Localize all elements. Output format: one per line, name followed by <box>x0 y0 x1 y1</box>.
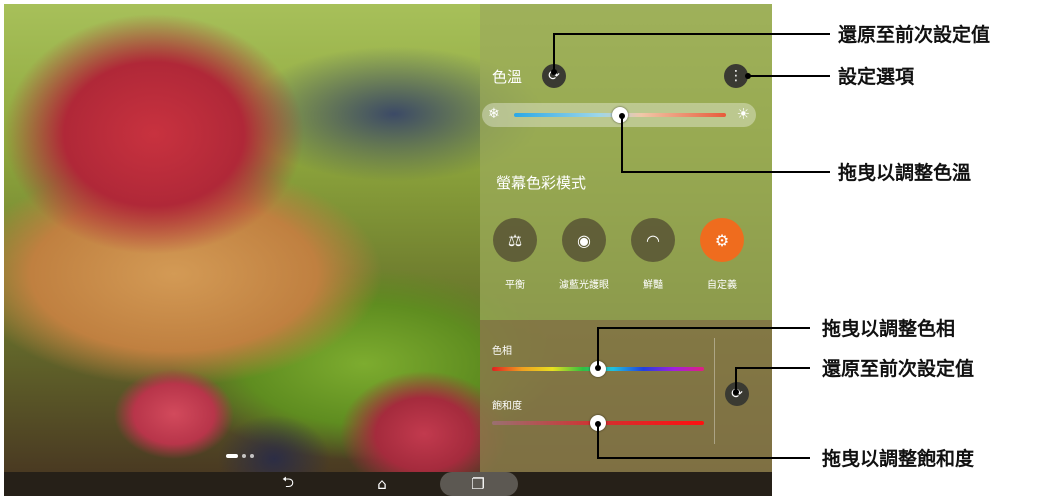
callout-drag-saturation: 拖曳以調整飽和度 <box>822 448 975 470</box>
callout-drag-color-temp: 拖曳以調整色溫 <box>838 162 972 184</box>
callout-line-hue <box>597 327 810 368</box>
callout-reset-bottom: 還原至前次設定值 <box>822 358 975 380</box>
callout-line-reset-bottom <box>735 367 810 392</box>
callout-line-color-temp <box>621 116 830 173</box>
callout-drag-hue: 拖曳以調整色相 <box>822 318 956 340</box>
callout-line-saturation <box>597 424 810 459</box>
callout-settings-options: 設定選項 <box>838 66 915 88</box>
callout-line-reset-top <box>553 33 830 72</box>
callout-reset-top: 還原至前次設定值 <box>838 24 991 46</box>
